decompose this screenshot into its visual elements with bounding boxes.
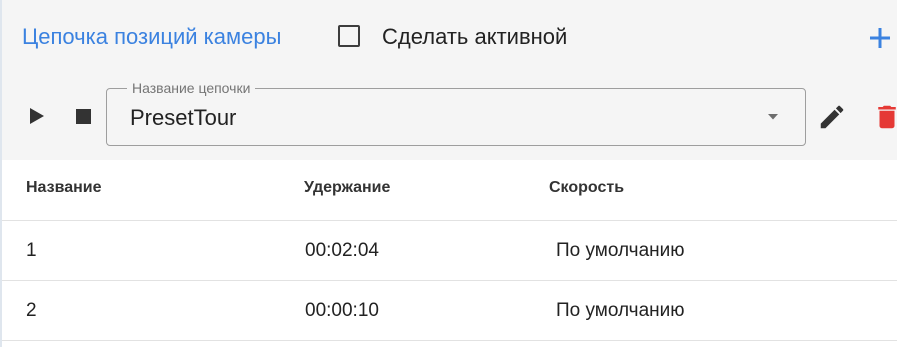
trash-icon: [878, 105, 896, 129]
tour-name-select-label: Название цепочки: [127, 79, 256, 97]
play-icon: [30, 108, 44, 124]
pencil-icon: [820, 105, 844, 129]
tour-toolbar: Название цепочки PresetTour: [2, 74, 897, 160]
caret-down-icon: [768, 114, 778, 120]
table-row[interactable]: 1 00:02:04 По умолчанию: [2, 220, 897, 280]
panel-title: Цепочка позиций камеры: [22, 24, 282, 49]
row-speed: По умолчанию: [556, 300, 685, 321]
row-hold: 00:02:04: [305, 240, 379, 261]
column-header-hold: Удержание: [304, 179, 391, 196]
make-active-label[interactable]: Сделать активной: [382, 22, 567, 52]
table-row-divider: [2, 340, 897, 350]
add-tour-button[interactable]: [864, 22, 896, 54]
stop-icon: [76, 109, 91, 124]
play-button[interactable]: [24, 104, 48, 128]
column-header-name: Название: [26, 179, 102, 196]
camera-preset-tour-panel: Цепочка позиций камеры Сделать активной …: [0, 0, 897, 347]
column-header-speed: Скорость: [549, 179, 625, 196]
table-row[interactable]: 2 00:00:10 По умолчанию: [2, 280, 897, 340]
edit-tour-button[interactable]: [817, 102, 847, 132]
row-hold: 00:00:10: [305, 300, 379, 321]
tour-name-select-value: PresetTour: [130, 105, 237, 130]
panel-header: Цепочка позиций камеры Сделать активной: [2, 0, 897, 74]
delete-tour-button[interactable]: [872, 102, 897, 132]
make-active-checkbox[interactable]: [338, 25, 360, 47]
row-name: 2: [26, 300, 37, 321]
row-speed: По умолчанию: [556, 240, 685, 261]
stop-button[interactable]: [72, 104, 96, 128]
plus-icon: [870, 28, 890, 48]
tour-name-select[interactable]: Название цепочки PresetTour: [106, 79, 806, 146]
row-name: 1: [26, 240, 37, 261]
